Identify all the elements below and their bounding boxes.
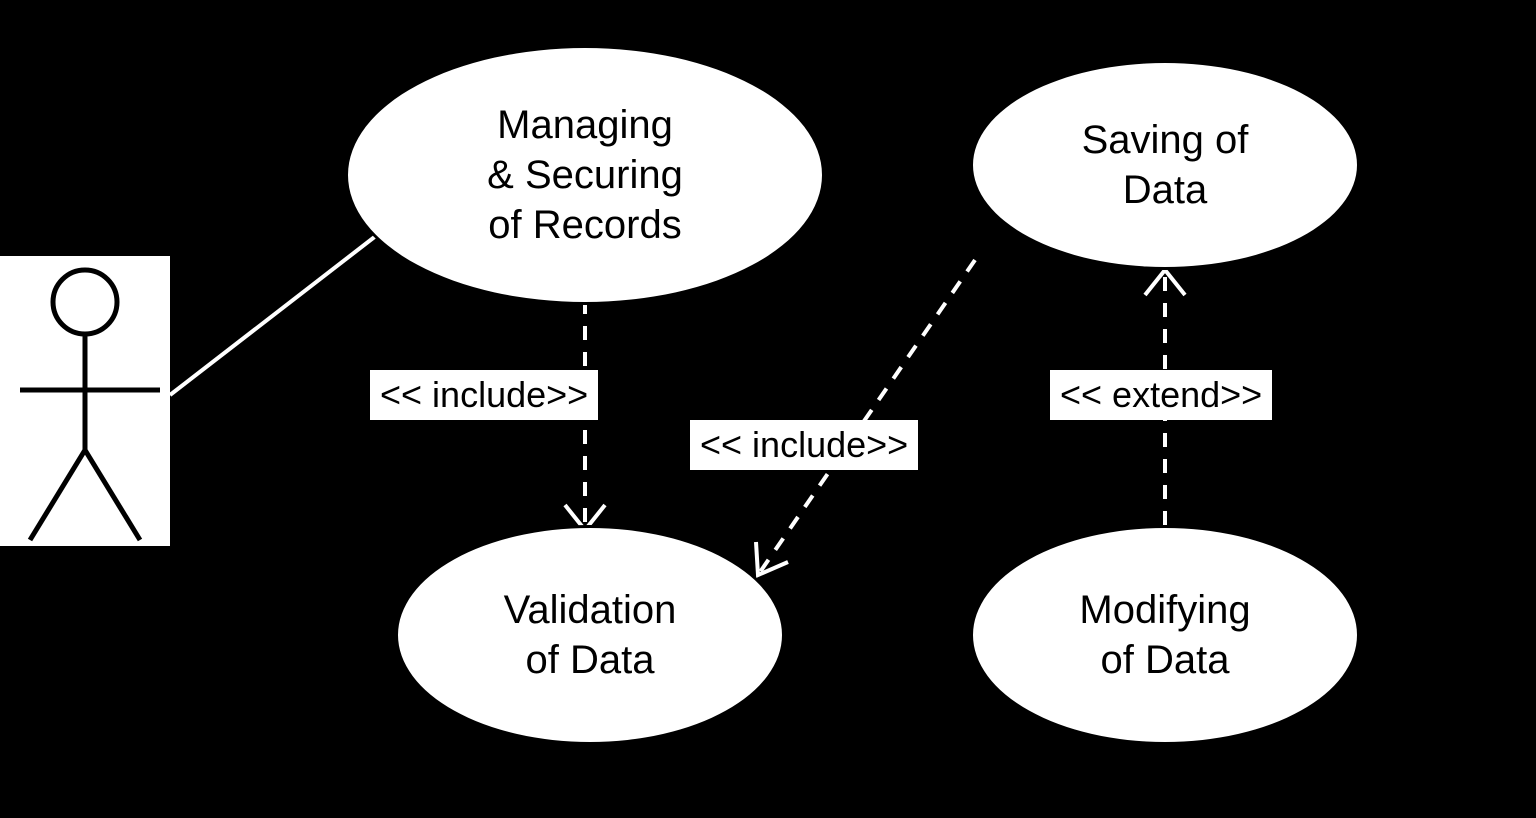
actor-background	[0, 256, 170, 546]
text-line: Saving of	[1082, 118, 1249, 162]
relation-extend-label: << extend>>	[1050, 370, 1272, 420]
usecase-managing-securing-records: Managing & Securing of Records	[345, 45, 825, 305]
text-line: Modifying	[1079, 588, 1250, 632]
relation-include-label: << include>>	[690, 420, 918, 470]
usecase-label: Modifying of Data	[1059, 585, 1270, 685]
relation-include-label: << include>>	[370, 370, 598, 420]
text-line: & Securing	[487, 153, 683, 197]
text-line: Managing	[497, 103, 673, 147]
usecase-label: Validation of Data	[484, 585, 697, 685]
usecase-label: Managing & Securing of Records	[467, 100, 703, 250]
text-line: of Data	[526, 638, 655, 682]
text-line: Data	[1123, 168, 1208, 212]
text-line: Validation	[504, 588, 677, 632]
usecase-label: Saving of Data	[1062, 115, 1269, 215]
usecase-modifying-of-data: Modifying of Data	[970, 525, 1360, 745]
text-line: of Data	[1101, 638, 1230, 682]
usecase-validation-of-data: Validation of Data	[395, 525, 785, 745]
text-line: of Records	[488, 203, 681, 247]
use-case-diagram: Managing & Securing of Records Saving of…	[0, 0, 1536, 818]
usecase-saving-of-data: Saving of Data	[970, 60, 1360, 270]
